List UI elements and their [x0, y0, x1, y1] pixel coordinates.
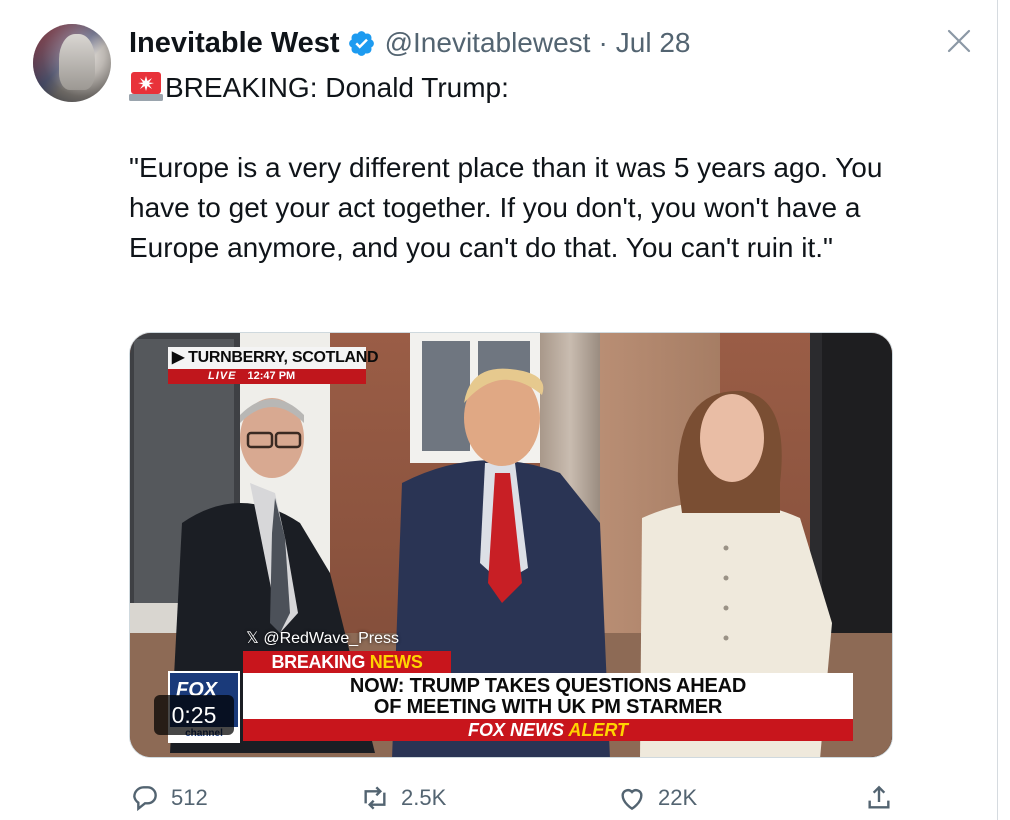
breaking-news-tab: BREAKING NEWS [243, 651, 451, 673]
author-handle[interactable]: @Inevitablewest [385, 27, 591, 59]
headline-line-1: NOW: TRUMP TAKES QUESTIONS AHEAD [349, 675, 747, 697]
verified-badge-icon [347, 29, 376, 58]
headline-chyron: NOW: TRUMP TAKES QUESTIONS AHEAD OF MEET… [243, 673, 853, 719]
share-button[interactable] [863, 782, 905, 814]
reply-count: 512 [171, 785, 208, 810]
location-text: ▶ TURNBERRY, SCOTLAND [168, 347, 379, 369]
breaking-word: BREAKING [271, 652, 366, 672]
live-label: LIVE [208, 370, 237, 382]
repost-button[interactable]: 2.5K [359, 782, 446, 814]
like-icon [621, 789, 643, 811]
alert-bar: FOX NEWS ALERT [243, 719, 853, 741]
siren-emoji-icon [129, 70, 163, 102]
video-player[interactable]: ▶ TURNBERRY, SCOTLAND LIVE 12:47 PM 𝕏 @R… [129, 332, 893, 758]
close-icon[interactable] [943, 25, 975, 57]
news-word: NEWS [369, 652, 423, 672]
tweet-quote: "Europe is a very different place than i… [129, 152, 883, 263]
headline-line-2: OF MEETING WITH UK PM STARMER [373, 696, 723, 718]
video-watermark: 𝕏 @RedWave_Press [246, 630, 400, 647]
like-button[interactable]: 22K [616, 782, 697, 814]
video-duration: 0:25 [154, 695, 234, 735]
like-count: 22K [658, 785, 698, 810]
tweet-text: BREAKING: Donald Trump: "Europe is a ver… [129, 68, 919, 268]
tweet-first-line: BREAKING: Donald Trump: [165, 72, 509, 103]
share-icon [868, 785, 890, 809]
separator-dot: · [598, 27, 608, 58]
alert-word: ALERT [568, 720, 629, 740]
tweet-actions: 512 2.5K 22K [129, 782, 893, 812]
repost-count: 2.5K [401, 785, 447, 810]
avatar[interactable] [33, 24, 111, 102]
live-bar: LIVE 12:47 PM [168, 369, 366, 384]
alert-prefix: FOX NEWS [467, 720, 564, 740]
live-time: 12:47 PM [247, 370, 296, 382]
reply-icon [133, 786, 157, 812]
tweet-date[interactable]: Jul 28 [616, 27, 691, 59]
author-name[interactable]: Inevitable West [129, 27, 340, 60]
location-chyron: ▶ TURNBERRY, SCOTLAND LIVE 12:47 PM [168, 347, 379, 387]
repost-icon [364, 786, 386, 810]
tweet-header: Inevitable West @Inevitablewest · Jul 28 [129, 22, 691, 64]
reply-button[interactable]: 512 [129, 782, 208, 814]
